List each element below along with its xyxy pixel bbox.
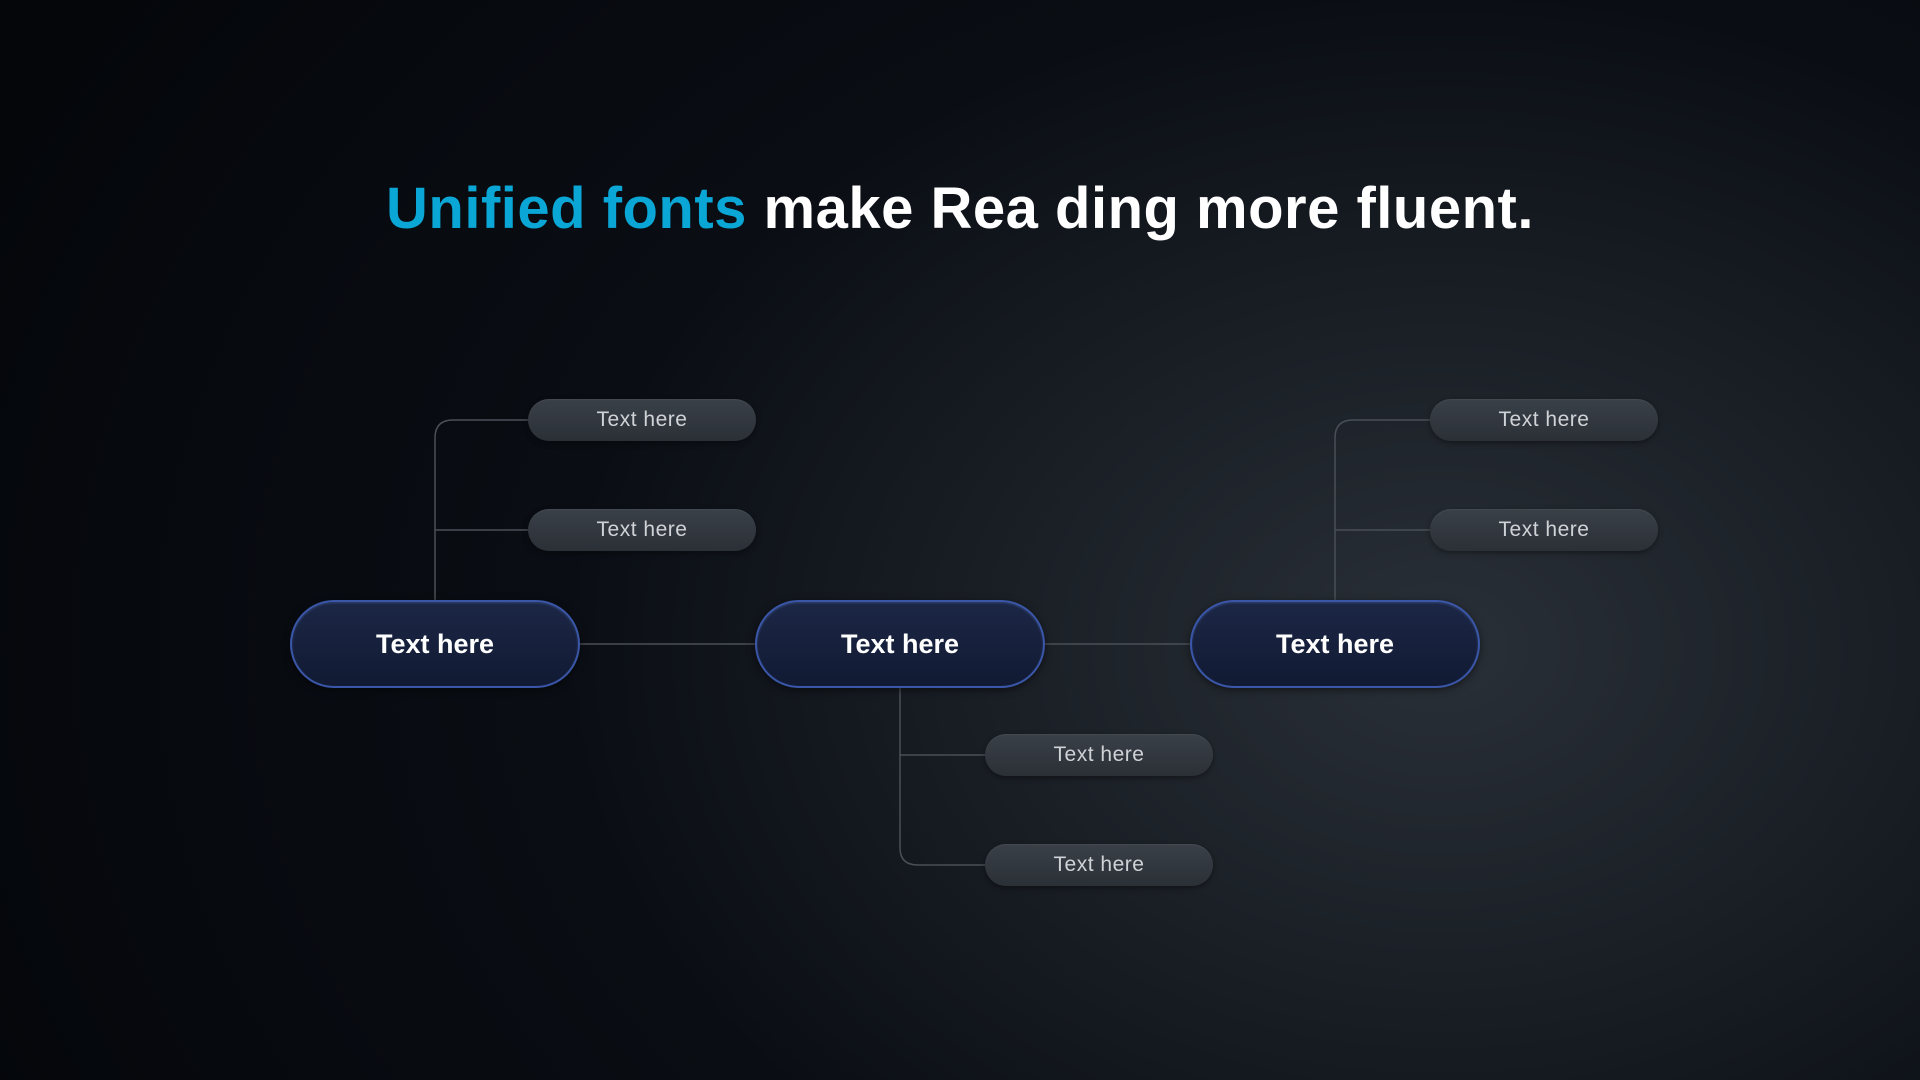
sub-node-left-2-label: Text here — [597, 518, 688, 542]
main-node-3-label: Text here — [1276, 629, 1394, 660]
main-node-1[interactable]: Text here — [290, 600, 580, 688]
sub-node-right-2[interactable]: Text here — [1430, 509, 1658, 551]
sub-node-left-2[interactable]: Text here — [528, 509, 756, 551]
main-node-2[interactable]: Text here — [755, 600, 1045, 688]
main-node-3[interactable]: Text here — [1190, 600, 1480, 688]
sub-node-left-1-label: Text here — [597, 408, 688, 432]
sub-node-left-1[interactable]: Text here — [528, 399, 756, 441]
page-title: Unified fonts make Rea ding more fluent. — [0, 175, 1920, 242]
sub-node-center-1[interactable]: Text here — [985, 734, 1213, 776]
sub-node-right-2-label: Text here — [1499, 518, 1590, 542]
sub-node-right-1[interactable]: Text here — [1430, 399, 1658, 441]
title-accent: Unified fonts — [386, 176, 747, 241]
main-node-2-label: Text here — [841, 629, 959, 660]
sub-node-center-2[interactable]: Text here — [985, 844, 1213, 886]
sub-node-center-1-label: Text here — [1054, 743, 1145, 767]
title-rest: make Rea ding more fluent. — [747, 176, 1534, 241]
sub-node-right-1-label: Text here — [1499, 408, 1590, 432]
sub-node-center-2-label: Text here — [1054, 853, 1145, 877]
main-node-1-label: Text here — [376, 629, 494, 660]
